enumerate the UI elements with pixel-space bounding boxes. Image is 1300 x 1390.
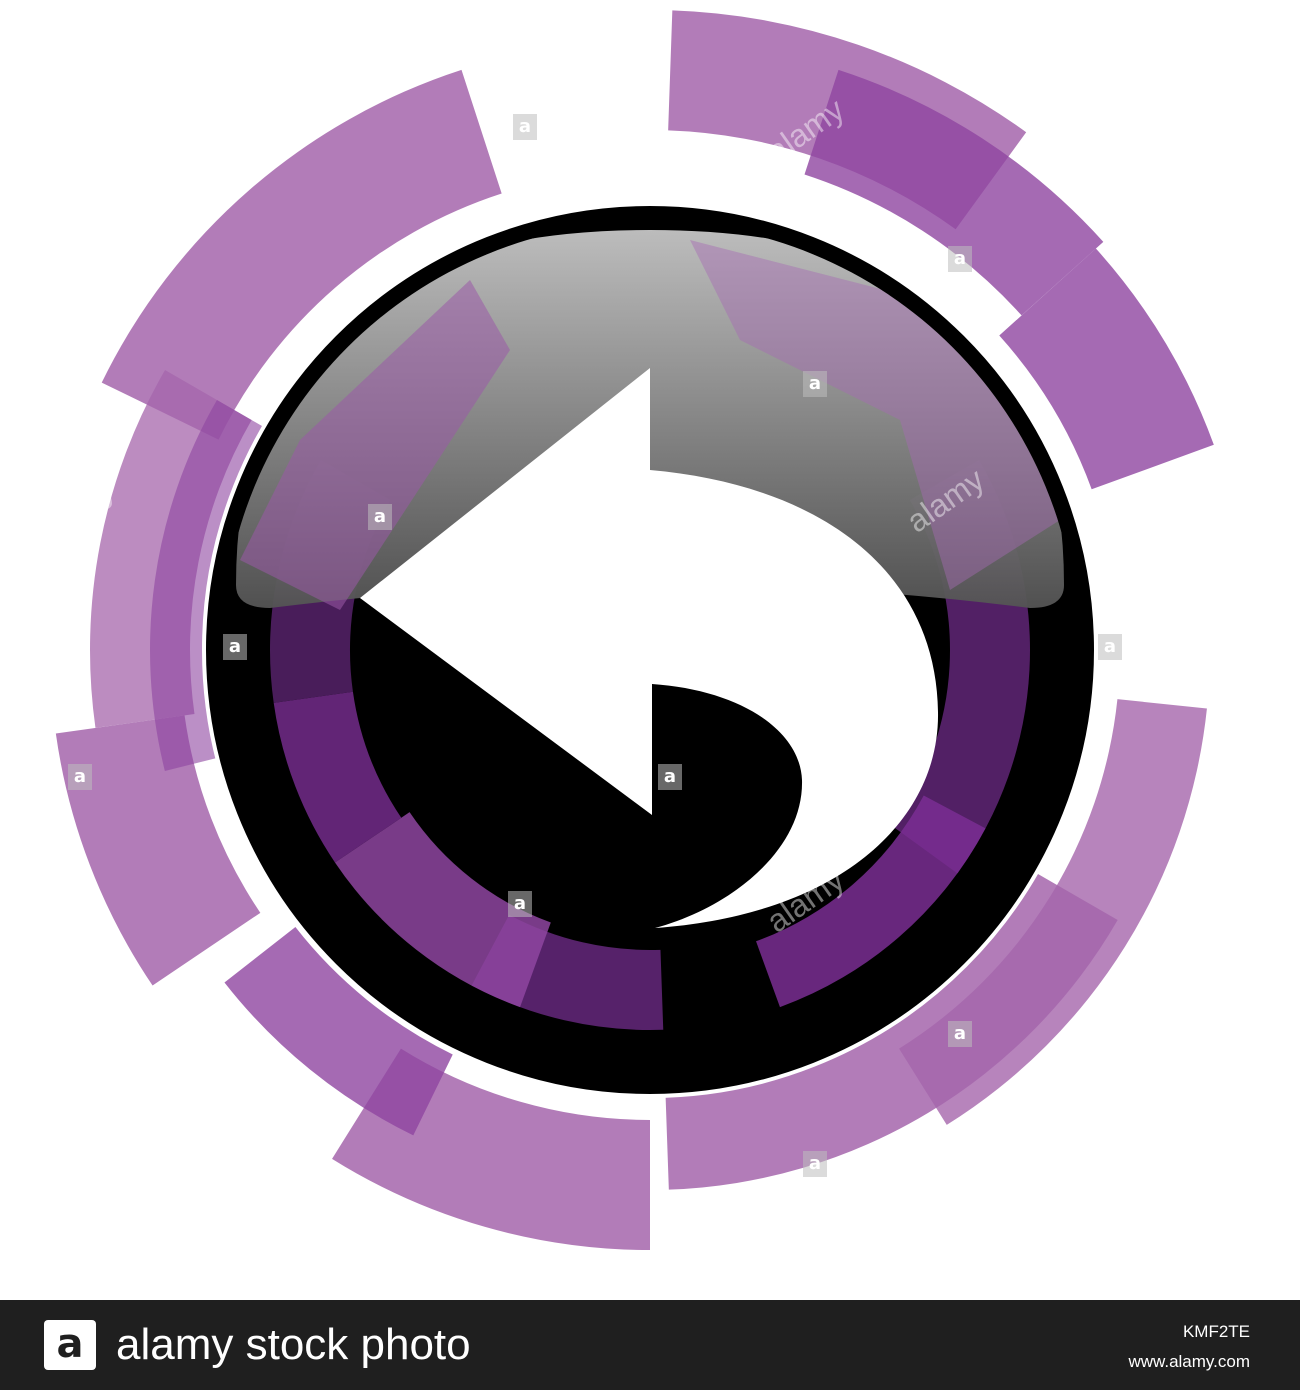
footer-image-id: KMF2TE — [1182, 1322, 1250, 1341]
stock-footer-bar: a alamy stock photo KMF2TE www.alamy.com — [0, 1300, 1300, 1390]
footer-site-url: www.alamy.com — [1128, 1352, 1250, 1371]
alamy-logo-letter: a — [56, 1321, 84, 1367]
reply-icon-artwork — [55, 10, 1214, 1250]
alamy-logo-icon: a — [44, 1320, 96, 1370]
footer-brand-text: alamy stock photo — [116, 1320, 471, 1369]
